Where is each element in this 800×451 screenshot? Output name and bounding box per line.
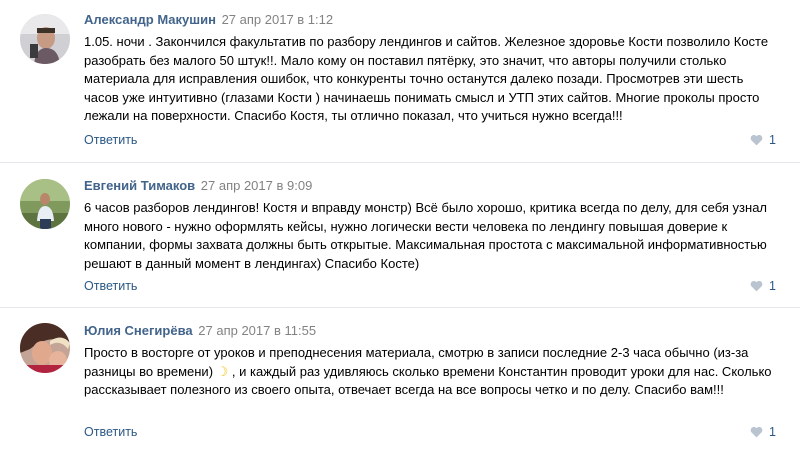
- like-count: 1: [769, 425, 776, 439]
- reply-button[interactable]: Ответить: [84, 132, 137, 148]
- like-button[interactable]: 1: [750, 278, 776, 294]
- heart-icon: [750, 280, 763, 292]
- reply-button[interactable]: Ответить: [84, 278, 137, 294]
- comment-header: Александр Макушин 27 апр 2017 в 1:12: [84, 12, 333, 28]
- like-button[interactable]: 1: [750, 132, 776, 148]
- heart-icon: [750, 426, 763, 438]
- comment-date[interactable]: 27 апр 2017 в 1:12: [222, 12, 334, 27]
- reply-button[interactable]: Ответить: [84, 424, 137, 440]
- comment-text: 1.05. ночи . Закончился факультатив по р…: [84, 34, 769, 123]
- comment-text: 6 часов разборов лендингов! Костя и впра…: [84, 200, 768, 271]
- heart-icon: [750, 134, 763, 146]
- comment-header: Юлия Снегирёва 27 апр 2017 в 11:55: [84, 323, 316, 339]
- author-name[interactable]: Евгений Тимаков: [84, 178, 195, 193]
- avatar[interactable]: [20, 179, 70, 229]
- like-button[interactable]: 1: [750, 424, 776, 440]
- author-name[interactable]: Юлия Снегирёва: [84, 323, 193, 338]
- author-name[interactable]: Александр Макушин: [84, 12, 216, 27]
- moon-emoji-icon: ☽: [216, 363, 229, 379]
- comment-text: Просто в восторге от уроков и преподнесе…: [84, 344, 774, 400]
- comment-date[interactable]: 27 апр 2017 в 11:55: [198, 323, 316, 338]
- divider: [0, 307, 800, 308]
- divider: [0, 162, 800, 163]
- like-count: 1: [769, 279, 776, 293]
- like-count: 1: [769, 133, 776, 147]
- avatar[interactable]: [20, 323, 70, 373]
- avatar[interactable]: [20, 14, 70, 64]
- comment-header: Евгений Тимаков 27 апр 2017 в 9:09: [84, 178, 312, 194]
- comment-date[interactable]: 27 апр 2017 в 9:09: [201, 178, 313, 193]
